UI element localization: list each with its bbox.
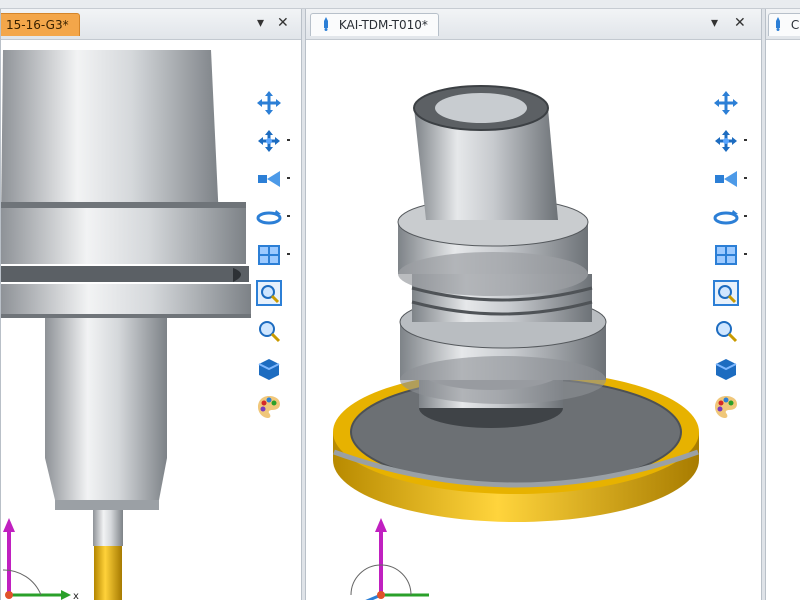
3d-viewport-right[interactable] <box>766 40 800 600</box>
standard-views-icon[interactable] <box>711 240 747 270</box>
axis-triad-left: x <box>2 518 79 600</box>
document-icon <box>776 17 780 31</box>
pin-icon[interactable]: ▾ <box>257 15 264 31</box>
tab-bar-left: 15-16-G3* ▾ ✕ <box>1 9 301 40</box>
3d-viewport-left[interactable]: x <box>1 40 301 600</box>
pan-icon[interactable] <box>711 88 741 118</box>
shading-icon[interactable] <box>254 354 284 384</box>
standard-views-icon[interactable] <box>254 240 290 270</box>
shading-icon[interactable] <box>711 354 741 384</box>
color-palette-icon[interactable] <box>711 392 741 422</box>
tab-label: 15-16-G3* <box>6 18 69 32</box>
close-icon[interactable]: ✕ <box>734 15 746 31</box>
view-toolbar-middle <box>711 88 747 430</box>
close-icon[interactable]: ✕ <box>277 15 289 31</box>
rotate-icon[interactable] <box>711 126 747 156</box>
zoom-icon[interactable] <box>711 316 741 346</box>
spin-view-icon[interactable] <box>711 202 747 232</box>
tab-bar-right: C <box>766 9 800 40</box>
zoom-window-icon[interactable] <box>254 278 284 308</box>
tab-document-middle[interactable]: KAI-TDM-T010* <box>310 13 439 36</box>
document-icon <box>324 17 328 31</box>
tab-label: C <box>790 18 800 32</box>
viewport-panel-right: C <box>765 9 800 600</box>
rotate-icon[interactable] <box>254 126 290 156</box>
axis-triad-middle <box>350 518 429 600</box>
3d-viewport-middle[interactable] <box>306 40 761 600</box>
tab-bar-middle: KAI-TDM-T010* ▾ ✕ <box>306 9 761 40</box>
color-palette-icon[interactable] <box>254 392 284 422</box>
tab-document-right[interactable]: C <box>768 13 800 36</box>
dynamic-view-icon[interactable] <box>711 164 747 194</box>
viewport-panel-left: 15-16-G3* ▾ ✕ x <box>0 9 302 600</box>
pin-icon[interactable]: ▾ <box>711 15 718 31</box>
axis-x-label: x <box>73 591 79 600</box>
viewport-panel-middle: KAI-TDM-T010* ▾ ✕ <box>305 9 762 600</box>
spin-view-icon[interactable] <box>254 202 290 232</box>
dynamic-view-icon[interactable] <box>254 164 290 194</box>
pan-icon[interactable] <box>254 88 284 118</box>
zoom-window-icon[interactable] <box>711 278 741 308</box>
zoom-icon[interactable] <box>254 316 284 346</box>
top-menu-strip <box>0 0 800 9</box>
view-toolbar-left <box>254 88 290 430</box>
tab-document-left[interactable]: 15-16-G3* <box>1 13 80 36</box>
tab-label: KAI-TDM-T010* <box>338 18 428 32</box>
